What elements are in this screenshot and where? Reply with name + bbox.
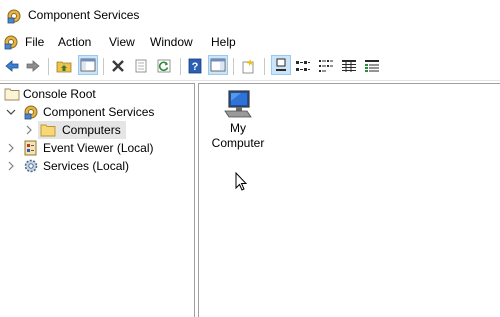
computer-icon (224, 90, 252, 118)
up-one-level-button[interactable] (55, 57, 73, 75)
toolbar: ? (0, 53, 500, 81)
services-gear-icon (24, 159, 38, 173)
menu-help[interactable]: Help (210, 35, 237, 49)
forward-button[interactable] (24, 57, 42, 75)
tree-label: Event Viewer (Local) (43, 141, 154, 155)
chevron-right-icon[interactable] (24, 124, 34, 136)
show-hide-action-pane-button[interactable] (208, 55, 228, 75)
properties-button[interactable] (132, 57, 150, 75)
item-label-line1: My (230, 121, 246, 135)
menu-window[interactable]: Window (149, 35, 194, 49)
new-item-icon (242, 59, 254, 74)
status-view-icon (365, 60, 379, 72)
my-computer-item[interactable]: My Computer (211, 89, 265, 151)
small-icons-icon (296, 61, 310, 71)
tree-item-computers[interactable]: Computers (0, 121, 190, 139)
help-button[interactable]: ? (186, 57, 204, 75)
chevron-right-icon[interactable] (6, 160, 16, 172)
small-icons-view-button[interactable] (294, 57, 312, 75)
tree-label: Computers (62, 123, 121, 137)
list-view-button[interactable] (317, 57, 335, 75)
event-viewer-icon (24, 140, 37, 156)
show-hide-console-tree-button[interactable] (78, 55, 98, 75)
back-arrow-icon (5, 60, 19, 72)
title-bar: Component Services (0, 0, 500, 31)
menu-view[interactable]: View (108, 35, 136, 49)
action-pane-icon (210, 58, 226, 72)
folder-icon (4, 88, 20, 101)
toolbar-separator (264, 58, 265, 75)
folder-up-icon (56, 61, 72, 73)
tree-label: Console Root (23, 87, 96, 101)
forward-arrow-icon (26, 60, 40, 72)
folder-icon (40, 124, 56, 137)
chevron-right-icon[interactable] (6, 142, 16, 154)
status-view-button[interactable] (363, 57, 381, 75)
back-button[interactable] (3, 57, 21, 75)
menu-action[interactable]: Action (57, 35, 92, 49)
toolbar-separator (233, 58, 234, 75)
svg-text:?: ? (192, 61, 199, 73)
detail-view-button[interactable] (340, 57, 358, 75)
delete-x-icon (112, 60, 124, 72)
list-icon (319, 60, 333, 72)
properties-icon (135, 59, 147, 73)
mouse-cursor-icon (235, 172, 248, 191)
window-title: Component Services (28, 8, 140, 22)
refresh-icon (157, 59, 171, 73)
item-label-line2: Computer (211, 136, 265, 150)
console-tree-pane[interactable]: Console Root Component Services Computer… (0, 83, 195, 317)
menu-file[interactable]: File (24, 35, 45, 49)
tree-item-component-services[interactable]: Component Services (0, 103, 190, 121)
tree-label: Component Services (43, 105, 155, 119)
chevron-down-icon[interactable] (6, 106, 16, 118)
tree-label: Services (Local) (43, 159, 130, 173)
component-services-icon (7, 9, 21, 24)
large-icons-view-button[interactable] (271, 55, 291, 75)
menu-bar: File Action View Window Help (0, 31, 500, 53)
refresh-button[interactable] (155, 57, 173, 75)
tree-item-event-viewer[interactable]: Event Viewer (Local) (0, 139, 190, 157)
system-menu-icon[interactable] (3, 34, 19, 50)
tree-item-console-root[interactable]: Console Root (0, 85, 190, 103)
detail-icon (342, 60, 356, 72)
console-tree-icon (80, 58, 96, 72)
toolbar-separator (103, 58, 104, 75)
component-services-icon (24, 105, 38, 120)
results-pane[interactable]: My Computer (198, 83, 500, 317)
new-button[interactable] (239, 57, 257, 75)
tree-item-services[interactable]: Services (Local) (0, 157, 190, 175)
help-icon: ? (188, 58, 202, 74)
toolbar-separator (180, 58, 181, 75)
large-icons-icon (276, 58, 286, 71)
delete-button[interactable] (109, 57, 127, 75)
toolbar-separator (48, 58, 49, 75)
